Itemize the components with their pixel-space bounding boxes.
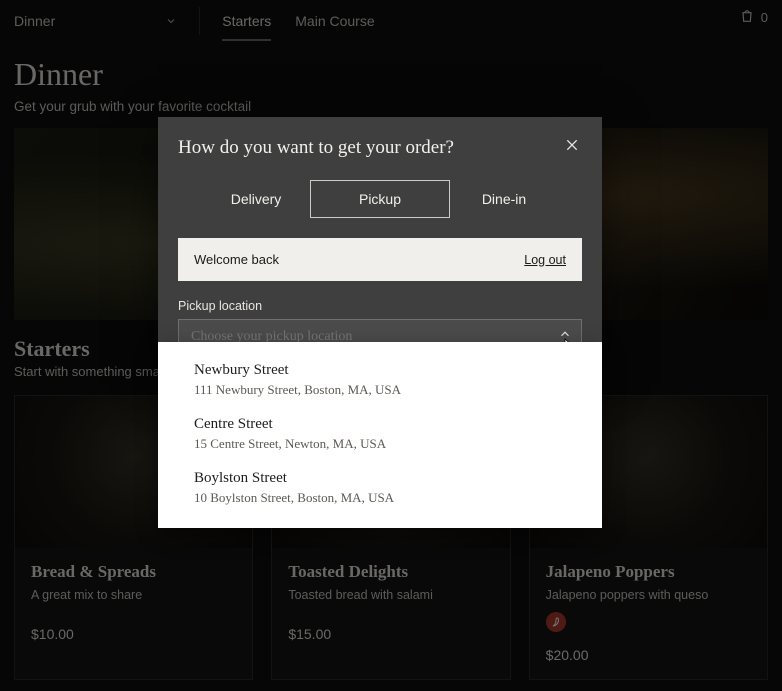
welcome-banner: Welcome back Log out xyxy=(178,238,582,281)
pickup-option[interactable]: Centre Street 15 Centre Street, Newton, … xyxy=(158,406,602,460)
pickup-option-address: 15 Centre Street, Newton, MA, USA xyxy=(194,436,566,452)
tab-pickup[interactable]: Pickup xyxy=(310,180,450,218)
pickup-option-name: Centre Street xyxy=(194,416,566,433)
pickup-location-label: Pickup location xyxy=(158,299,602,319)
tab-delivery[interactable]: Delivery xyxy=(206,180,306,218)
pickup-option-address: 10 Boylston Street, Boston, MA, USA xyxy=(194,490,566,506)
order-method-tabs: Delivery Pickup Dine-in xyxy=(158,170,602,238)
tab-dine-in[interactable]: Dine-in xyxy=(454,180,554,218)
pickup-option-name: Newbury Street xyxy=(194,362,566,379)
pickup-option[interactable]: Boylston Street 10 Boylston Street, Bost… xyxy=(158,460,602,514)
close-icon xyxy=(564,140,580,157)
pickup-location-dropdown: Newbury Street 111 Newbury Street, Bosto… xyxy=(158,342,602,528)
pickup-option-address: 111 Newbury Street, Boston, MA, USA xyxy=(194,382,566,398)
pickup-option[interactable]: Newbury Street 111 Newbury Street, Bosto… xyxy=(158,352,602,406)
welcome-text: Welcome back xyxy=(194,252,279,267)
close-button[interactable] xyxy=(560,133,584,162)
order-method-modal: How do you want to get your order? Deliv… xyxy=(158,117,602,375)
logout-link[interactable]: Log out xyxy=(524,253,566,267)
pickup-option-name: Boylston Street xyxy=(194,470,566,487)
modal-title: How do you want to get your order? xyxy=(178,137,454,159)
